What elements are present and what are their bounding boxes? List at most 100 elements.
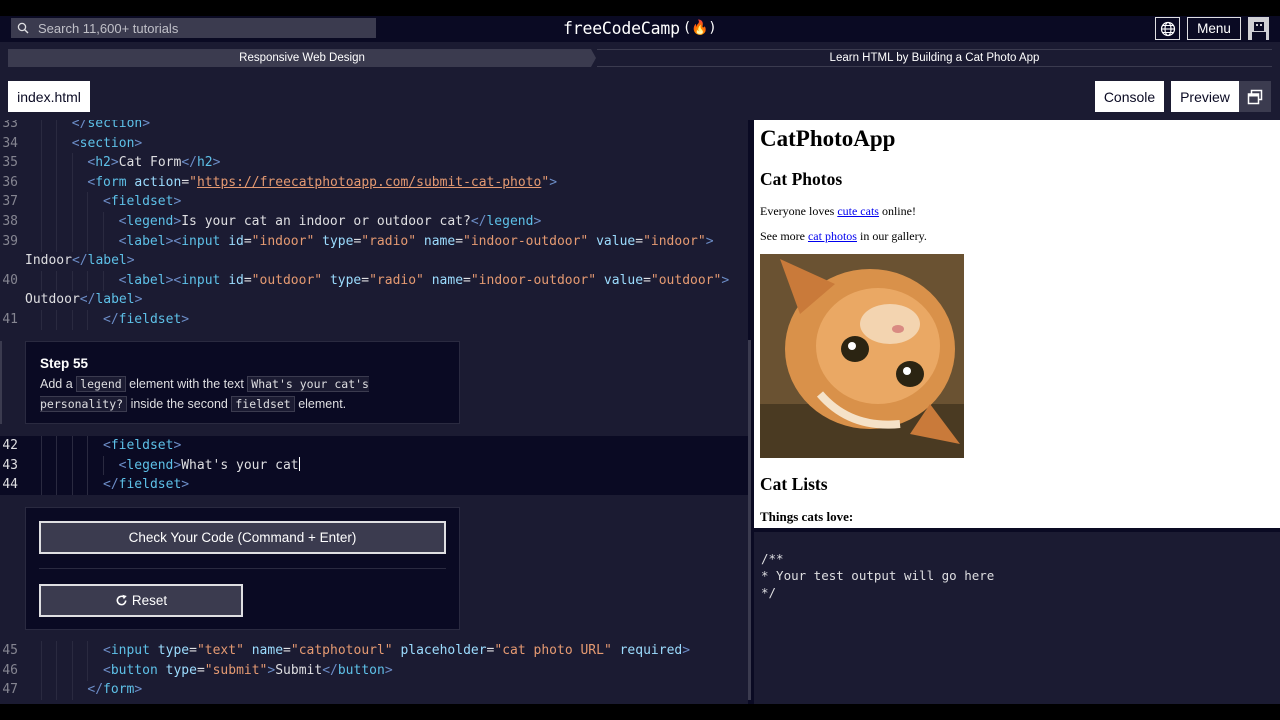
cat-photo[interactable] <box>760 254 964 458</box>
code-fieldset: fieldset <box>231 396 295 412</box>
search-input[interactable] <box>38 20 358 36</box>
code-token: h2 <box>196 155 213 171</box>
indent-guide <box>103 270 104 291</box>
line-number: 44 <box>2 477 18 493</box>
indent-guide <box>56 310 58 330</box>
indent-guide <box>71 475 73 496</box>
code-token: "text" <box>196 643 244 658</box>
code-line[interactable]: 44 </fieldset> <box>0 475 748 496</box>
breadcrumb-superblock[interactable]: Responsive Web Design <box>8 49 596 67</box>
divider <box>39 568 446 569</box>
text-cursor <box>298 456 300 471</box>
fcc-logo[interactable]: freeCodeCamp (🔥) <box>563 16 717 40</box>
action-panel: Check Your Code (Command + Enter) Reset <box>25 507 460 630</box>
code-text: </fieldset> <box>103 310 189 330</box>
code-token: Cat Form <box>118 155 182 171</box>
step-title: Step 55 <box>40 356 89 371</box>
code-token: value <box>603 272 644 288</box>
link-cat-photos[interactable]: cat photos <box>808 229 857 243</box>
editor-tab-row: index.html Console Preview <box>0 74 1280 120</box>
code-token: "indoor-outdoor" <box>463 233 589 249</box>
preview-text: Everyone loves <box>760 204 838 218</box>
line-number: 45 <box>2 643 18 658</box>
code-token: name <box>431 272 464 288</box>
code-token: > <box>134 135 143 151</box>
code-text: <section> <box>72 134 142 154</box>
search-bar[interactable] <box>11 18 376 38</box>
indent-guide <box>71 212 73 232</box>
indent-guide <box>71 660 73 681</box>
code-token: = <box>643 272 651 288</box>
code-token: label <box>87 253 127 269</box>
popout-preview-button[interactable] <box>1239 81 1271 112</box>
avatar[interactable] <box>1248 17 1269 40</box>
preview-pane[interactable]: CatPhotoApp Cat Photos Everyone loves cu… <box>754 120 1280 528</box>
console-toggle-button[interactable]: Console <box>1095 81 1164 112</box>
code-text: </fieldset> <box>103 475 189 495</box>
code-token: > <box>384 662 393 678</box>
code-text: <fieldset> <box>103 436 181 456</box>
preview-heading-cat-lists: Cat Lists <box>760 474 828 494</box>
popout-window-icon <box>1247 89 1263 104</box>
code-line[interactable]: 43 <legend>What's your cat <box>0 455 748 476</box>
line-number: 38 <box>2 214 18 229</box>
line-number: 39 <box>2 233 18 249</box>
code-line: 46 <button type="submit">Submit</button> <box>0 660 748 681</box>
code-editor[interactable]: 33 </section> 34 <section> 35 <h2>Cat Form</h… <box>0 120 748 704</box>
menu-button[interactable]: Menu <box>1187 17 1241 40</box>
indent-guide <box>87 270 89 291</box>
indent-guide <box>40 475 42 496</box>
code-token: > <box>181 312 190 327</box>
breadcrumb-block[interactable]: Learn HTML by Building a Cat Photo App <box>597 49 1272 67</box>
indent-guide <box>56 455 58 476</box>
step-description: Add a legend element with the text What'… <box>40 374 450 414</box>
indent-guide <box>71 641 73 661</box>
check-code-button[interactable]: Check Your Code (Command + Enter) <box>39 521 446 554</box>
code-token: name <box>251 643 284 658</box>
code-line: Outdoor</label> <box>0 290 748 310</box>
code-token: required <box>619 643 683 658</box>
preview-text: in our gallery. <box>856 229 927 243</box>
code-token: legend <box>486 214 534 229</box>
indent-guide <box>40 192 42 213</box>
indent-guide <box>40 455 42 476</box>
preview-toggle-button[interactable]: Preview <box>1171 81 1239 112</box>
code-text: <input type="text" name="catphotourl" pl… <box>103 641 690 661</box>
indent-guide <box>40 212 42 232</box>
code-token: = <box>196 662 205 678</box>
tab-index-html[interactable]: index.html <box>8 81 90 112</box>
code-token: input <box>110 643 150 658</box>
indent-guide <box>56 120 58 134</box>
indent-guide <box>87 231 89 252</box>
indent-guide <box>87 212 89 232</box>
code-token: type <box>329 272 362 288</box>
breadcrumb: Responsive Web Design Learn HTML by Buil… <box>0 42 1280 74</box>
indent-guide <box>56 212 58 232</box>
language-button[interactable] <box>1155 17 1180 40</box>
line-number: 34 <box>2 135 18 151</box>
code-token: = <box>283 643 291 658</box>
reset-icon <box>116 594 127 606</box>
indent-guide <box>56 153 58 174</box>
code-line: 40 <label><input id="outdoor" type="radio… <box>0 270 748 291</box>
code-token: > <box>126 253 135 269</box>
link-cute-cats[interactable]: cute cats <box>837 204 879 218</box>
code-token: = <box>181 174 190 190</box>
code-token: </ <box>103 477 119 493</box>
editor-scrollbar[interactable] <box>748 340 751 700</box>
code-text: </section> <box>72 120 150 134</box>
line-number: 40 <box>2 272 18 288</box>
code-token: form <box>95 174 127 190</box>
indent-guide <box>71 436 73 456</box>
code-token: = <box>189 643 197 658</box>
code-token: label <box>126 233 166 249</box>
preview-paragraph: See more cat photos in our gallery. <box>760 229 927 244</box>
preview-text: See more <box>760 229 808 243</box>
code-line[interactable]: 42 <fieldset> <box>0 436 748 456</box>
code-token: "catphotourl" <box>290 643 393 658</box>
code-token: > <box>134 292 143 308</box>
code-line: 34 <section> <box>0 133 748 154</box>
reset-button[interactable]: Reset <box>39 584 243 617</box>
